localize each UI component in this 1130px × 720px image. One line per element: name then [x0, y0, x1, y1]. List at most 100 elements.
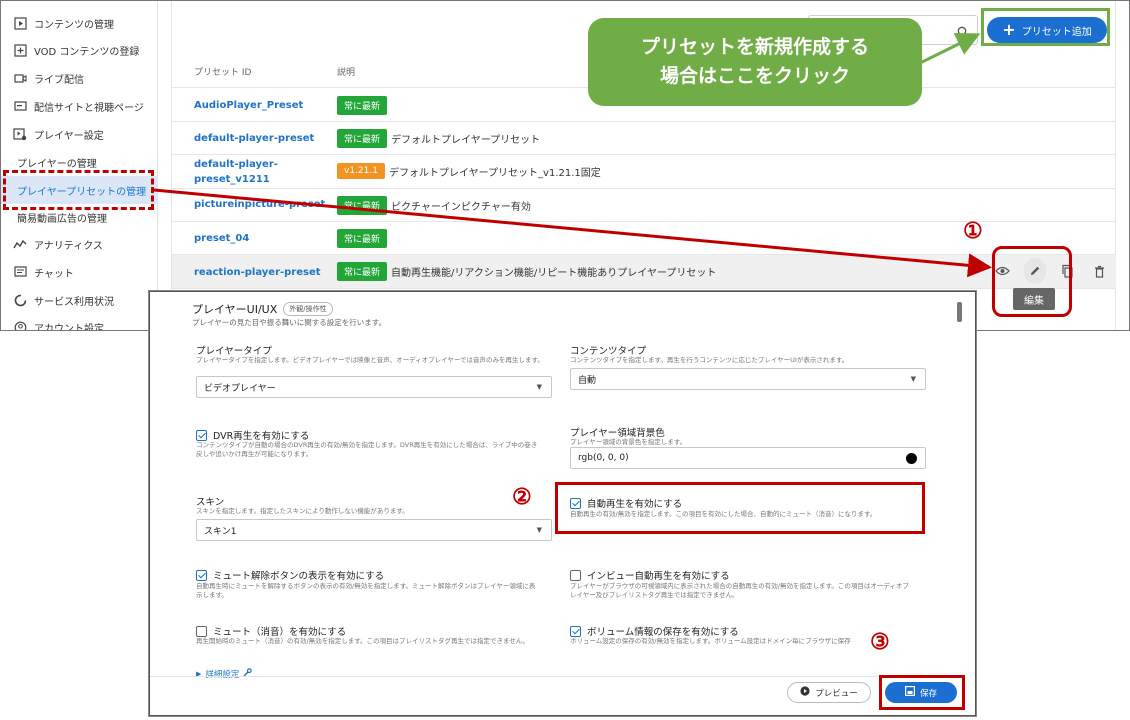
sidebar-item-label: チャット: [34, 268, 74, 280]
column-header-description: 説明: [337, 68, 356, 78]
usage-icon: [12, 294, 28, 307]
sidebar-item-chat[interactable]: チャット: [1, 258, 158, 286]
camera-icon: [12, 73, 28, 84]
table-row[interactable]: reaction-player-preset 常に最新 自動再生機能/リアクショ…: [172, 254, 1116, 288]
search-icon: [957, 23, 969, 42]
preset-id-link[interactable]: reaction-player-preset: [194, 265, 321, 280]
edit-action-highlight: [992, 246, 1072, 317]
sidebar-item-label: アカウント設定: [34, 323, 104, 331]
scrollbar[interactable]: [957, 302, 962, 322]
skin-label: スキン: [196, 497, 225, 508]
sidebar: コンテンツの管理 VOD コンテンツの登録 ライブ配信 配信サイトと視聴ページ …: [1, 1, 158, 331]
preset-id-link[interactable]: pictureinpicture-preset: [194, 197, 325, 212]
sidebar-item-sites[interactable]: 配信サイトと視聴ページ: [1, 92, 158, 120]
advanced-settings-label: 詳細設定: [205, 670, 240, 680]
mute-label: ミュート（消音）を有効にする: [213, 627, 347, 638]
dvr-checkbox[interactable]: DVR再生を有効にする: [196, 428, 309, 442]
sidebar-item-contents[interactable]: コンテンツの管理: [1, 9, 158, 37]
inview-help-line: レイヤー及びプレイリストタグ再生では指定できません。: [570, 591, 739, 599]
unmute-button-help: 自動再生時にミュートを解除するボタンの表示の有効/無効を指定します。ミュート解除…: [196, 582, 561, 600]
volume-save-label: ボリューム情報の保存を有効にする: [587, 627, 739, 638]
preview-button[interactable]: プレビュー: [787, 682, 871, 703]
inview-autoplay-help: プレイヤーがブラウザの可視領域内に表示された場合の自動再生の有効/無効を指定しま…: [570, 582, 940, 600]
wrench-icon: [243, 668, 253, 680]
sidebar-item-usage[interactable]: サービス利用状況: [1, 286, 158, 314]
callout-line: プリセットを新規作成する: [640, 36, 869, 58]
sidebar-item-analytics[interactable]: アナリティクス: [1, 230, 158, 258]
table-row[interactable]: pictureinpicture-preset 常に最新 ピクチャーインピクチャ…: [172, 188, 1116, 221]
player-type-value: ビデオプレイヤー: [204, 383, 276, 394]
inview-help-line: プレイヤーがブラウザの可視領域内に表示された場合の自動再生の有効/無効を指定しま…: [570, 582, 909, 590]
bg-color-input[interactable]: rgb(0, 0, 0): [570, 447, 926, 469]
checkbox-checked-icon: [196, 429, 207, 441]
play-square-icon: [12, 16, 28, 30]
description-text: デフォルトプレイヤープリセット_v1.21.1固定: [388, 167, 601, 179]
section-subtitle: プレイヤーの見た目や振る舞いに関する設定を行います。: [192, 318, 387, 327]
status-badge: 常に最新: [337, 129, 388, 148]
status-badge: 常に最新: [337, 262, 388, 281]
preset-id-link[interactable]: default-player- preset_v1211: [194, 157, 278, 187]
checkbox-checked-icon: [570, 625, 581, 637]
sidebar-item-vod-register[interactable]: VOD コンテンツの登録: [1, 36, 158, 64]
add-square-icon: [12, 43, 28, 57]
step-marker-1: ①: [963, 218, 983, 244]
advanced-settings-link[interactable]: ▶ 詳細設定: [196, 668, 253, 680]
player-type-label: プレイヤータイプ: [196, 346, 272, 357]
dvr-help: コンテンツタイプが自動の場合のDVR再生の有効/無効を指定します。DVR再生を有…: [196, 441, 561, 459]
mute-checkbox[interactable]: ミュート（消音）を有効にする: [196, 624, 346, 638]
preset-id-link[interactable]: AudioPlayer_Preset: [194, 98, 303, 113]
trash-icon[interactable]: [1089, 258, 1112, 284]
dvr-help-line: コンテンツタイプが自動の場合のDVR再生の有効/無効を指定します。DVR再生を有…: [196, 441, 538, 449]
bg-color-value: rgb(0, 0, 0): [578, 453, 629, 463]
preset-list-screenshot: コンテンツの管理 VOD コンテンツの登録 ライブ配信 配信サイトと視聴ページ …: [0, 0, 1130, 331]
sidebar-item-label: プレイヤーの管理: [17, 158, 97, 170]
unmute-button-label: ミュート解除ボタンの表示を有効にする: [213, 571, 385, 582]
table-row[interactable]: default-player- preset_v1211 v1.21.1 デフォ…: [172, 154, 1116, 188]
sidebar-item-player-settings[interactable]: プレイヤー設定: [1, 120, 158, 148]
inview-autoplay-label: インビュー自動再生を有効にする: [587, 571, 730, 582]
preset-description: 常に最新: [337, 229, 388, 248]
bg-color-label: プレイヤー領域背景色: [570, 428, 665, 439]
color-swatch[interactable]: [906, 453, 917, 464]
player-settings-icon: [12, 127, 28, 141]
status-badge: 常に最新: [337, 229, 388, 248]
preset-id-link[interactable]: default-player-preset: [194, 131, 314, 146]
content-type-value: 自動: [578, 375, 597, 386]
monitor-icon: [12, 100, 28, 112]
sidebar-item-live[interactable]: ライブ配信: [1, 64, 158, 92]
preset-description: v1.21.1 デフォルトプレイヤープリセット_v1.21.1固定: [337, 163, 601, 179]
section-title: プレイヤーUI/UX 外観/操作性: [192, 301, 333, 317]
chevron-down-icon: ▼: [536, 526, 542, 534]
preview-label: プレビュー: [815, 688, 858, 699]
dvr-help-line: 戻しや追いかけ再生が可能になります。: [196, 450, 313, 458]
preset-id-line: preset_v1211: [194, 174, 270, 185]
sidebar-item-account[interactable]: アカウント設定: [1, 313, 158, 331]
bg-color-help: プレイヤー領域の背景色を指定します。: [570, 438, 687, 446]
preset-description: 常に最新 自動再生機能/リアクション機能/リピート機能ありプレイヤープリセット: [337, 262, 716, 281]
status-badge: 常に最新: [337, 96, 388, 115]
description-text: 自動再生機能/リアクション機能/リピート機能ありプレイヤープリセット: [391, 268, 717, 279]
preset-id-link[interactable]: preset_04: [194, 231, 249, 246]
content-type-select[interactable]: 自動 ▼: [570, 368, 926, 390]
unmute-button-checkbox[interactable]: ミュート解除ボタンの表示を有効にする: [196, 568, 384, 582]
inview-autoplay-checkbox[interactable]: インビュー自動再生を有効にする: [570, 568, 730, 582]
skin-value: スキン1: [204, 526, 237, 537]
table-row[interactable]: default-player-preset 常に最新 デフォルトプレイヤープリセ…: [172, 121, 1116, 154]
preset-id-line: default-player-: [194, 159, 278, 170]
add-button-highlight: [981, 8, 1110, 46]
chevron-down-icon: ▼: [910, 375, 916, 383]
skin-select[interactable]: スキン1 ▼: [196, 519, 552, 541]
skin-help: スキンを指定します。指定したスキンにより動作しない機能があります。: [196, 507, 409, 515]
analytics-icon: [12, 239, 28, 250]
callout-line: 場合はここをクリック: [659, 65, 850, 87]
account-icon: [12, 321, 28, 330]
volume-save-help: ボリューム設定の保存の有効/無効を指定します。ボリューム設定はドメイン毎にブラウ…: [570, 637, 851, 645]
status-badge: 常に最新: [337, 196, 388, 215]
mute-help: 再生開始時のミュート（消音）の有効/無効を指定します。この項目はプレイリストタグ…: [196, 637, 529, 645]
save-button-highlight: [879, 675, 965, 710]
version-badge: v1.21.1: [337, 163, 385, 179]
description-text: ピクチャーインピクチャー有効: [391, 202, 531, 213]
player-type-select[interactable]: ビデオプレイヤー ▼: [196, 376, 552, 398]
volume-save-checkbox[interactable]: ボリューム情報の保存を有効にする: [570, 624, 739, 638]
section-tag: 外観/操作性: [283, 302, 333, 316]
